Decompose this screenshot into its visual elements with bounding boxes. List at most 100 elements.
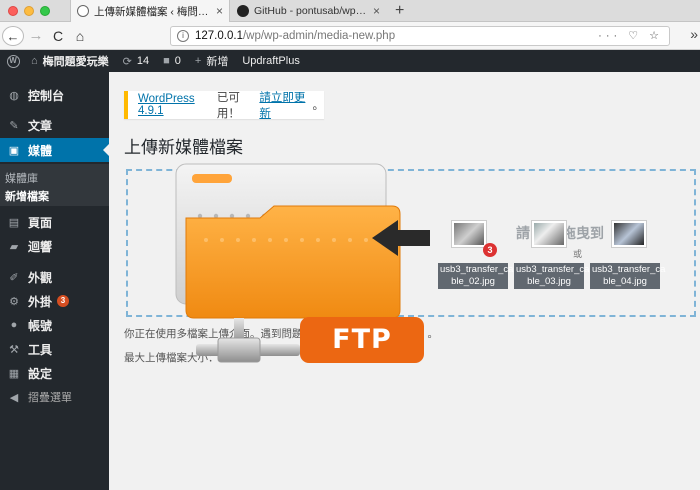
url-host: 127.0.0.1 bbox=[195, 30, 243, 42]
upload-thumbnail[interactable] bbox=[452, 221, 486, 247]
close-tab-icon[interactable]: × bbox=[216, 4, 223, 18]
media-submenu: 媒體庫 新增檔案 bbox=[0, 164, 109, 206]
upload-filename: usb3_transfer_ca ble_02.jpg bbox=[438, 263, 514, 289]
sidebar-item-label: 外掛 bbox=[28, 294, 53, 309]
maximize-window-button[interactable] bbox=[40, 6, 50, 16]
sidebar-item-label: 文章 bbox=[28, 118, 53, 133]
site-name-link[interactable]: ⌂ 梅問題愛玩樂 bbox=[24, 50, 116, 72]
drop-instruction-tail: 拖曳到 bbox=[562, 225, 604, 241]
updates-icon: ⟳ bbox=[122, 55, 132, 68]
admin-sidebar: ◍ 控制台 ✎ 文章 ▣ 媒體 媒體庫 新增檔案 ▤ 頁面 ▰ 迴響 ✐ 外觀 … bbox=[0, 72, 109, 490]
sidebar-item-dashboard[interactable]: ◍ 控制台 bbox=[0, 83, 109, 107]
sidebar-item-tools[interactable]: ⚒ 工具 bbox=[0, 337, 109, 361]
wrench-icon: ⚒ bbox=[9, 343, 19, 356]
upload-filename: usb3_transfer_ca ble_04.jpg bbox=[590, 263, 666, 289]
url-path: /wp/wp-admin/media-new.php bbox=[242, 30, 396, 42]
notice-end: 。 bbox=[312, 100, 325, 112]
home-icon: ⌂ bbox=[31, 55, 38, 67]
forward-button[interactable]: → bbox=[26, 26, 46, 46]
sidebar-item-label: 摺疊選單 bbox=[28, 392, 72, 404]
comment-icon: ■ bbox=[163, 55, 170, 67]
sidebar-item-users[interactable]: ● 帳號 bbox=[0, 313, 109, 337]
sidebar-item-label: 設定 bbox=[28, 366, 53, 381]
sidebar-item-label: 帳號 bbox=[28, 318, 53, 333]
sidebar-item-label: 工具 bbox=[28, 342, 53, 357]
comments-link[interactable]: ■ 0 bbox=[156, 50, 188, 72]
home-button[interactable]: ⌂ bbox=[70, 26, 90, 46]
back-button[interactable]: ← bbox=[2, 26, 24, 46]
wordpress-logo-icon: W bbox=[6, 54, 20, 68]
plus-icon: + bbox=[194, 55, 202, 67]
drop-instruction-start: 請 bbox=[516, 225, 530, 241]
notice-text: 已可用！ bbox=[216, 92, 240, 120]
update-now-link[interactable]: 請立即更新 bbox=[259, 89, 312, 121]
sidebar-item-comments[interactable]: ▰ 迴響 bbox=[0, 234, 109, 258]
sidebar-item-media[interactable]: ▣ 媒體 bbox=[0, 138, 109, 162]
wordpress-version-link[interactable]: WordPress 4.9.1 bbox=[138, 93, 217, 117]
folder-tab bbox=[192, 174, 232, 183]
upload-thumbnail[interactable] bbox=[612, 221, 646, 247]
user-icon: ● bbox=[10, 319, 18, 331]
overflow-menu-icon[interactable]: » bbox=[690, 26, 698, 42]
upload-thumbnail[interactable] bbox=[532, 221, 566, 247]
new-tab-button[interactable]: + bbox=[391, 0, 408, 22]
browser-tab-bar: 上傳新媒體檔案 ‹ 梅問題愛玩樂 — × GitHub - pontusab/w… bbox=[0, 0, 700, 22]
filename-line: ble_02.jpg bbox=[451, 276, 495, 287]
new-content-link[interactable]: + 新增 bbox=[188, 50, 235, 72]
tab-title: GitHub - pontusab/wp-ftp-med bbox=[254, 5, 369, 17]
sidebar-item-label: 迴響 bbox=[28, 239, 53, 254]
sidebar-item-posts[interactable]: ✎ 文章 bbox=[0, 113, 109, 137]
sidebar-item-label: 外觀 bbox=[28, 270, 53, 285]
minimize-window-button[interactable] bbox=[24, 6, 34, 16]
filename-line: ble_04.jpg bbox=[603, 276, 647, 287]
site-name: 梅問題愛玩樂 bbox=[42, 56, 109, 68]
wp-admin-bar: W ⌂ 梅問題愛玩樂 ⟳ 14 ■ 0 + 新增 UpdraftPlus bbox=[0, 50, 700, 72]
pin-icon: ✎ bbox=[9, 119, 19, 132]
upload-count-badge: 3 bbox=[483, 243, 497, 257]
wp-logo-menu[interactable]: W bbox=[2, 50, 24, 72]
page-title: 上傳新媒體檔案 bbox=[124, 138, 243, 157]
collapse-icon: ◀ bbox=[9, 391, 19, 404]
folder-front bbox=[185, 205, 401, 319]
dashboard-icon: ◍ bbox=[9, 89, 19, 102]
updraftplus-link[interactable]: UpdraftPlus bbox=[235, 50, 306, 72]
media-icon: ▣ bbox=[8, 144, 20, 157]
filename-line: ble_03.jpg bbox=[527, 276, 571, 287]
plugin-label: UpdraftPlus bbox=[242, 55, 300, 67]
filename-line: usb3_transfer_ca bbox=[516, 264, 590, 275]
filename-line: usb3_transfer_ca bbox=[592, 264, 666, 275]
close-window-button[interactable] bbox=[8, 6, 18, 16]
site-info-icon[interactable]: i bbox=[177, 30, 189, 42]
sidebar-collapse-menu[interactable]: ◀ 摺疊選單 bbox=[0, 385, 109, 409]
updates-count: 14 bbox=[136, 55, 150, 67]
wordpress-favicon-icon bbox=[77, 5, 89, 17]
new-label: 新增 bbox=[206, 56, 229, 68]
sidebar-item-settings[interactable]: ▦ 設定 bbox=[0, 361, 109, 385]
plugin-icon: ⚙ bbox=[9, 295, 19, 308]
drop-or-text: 或 bbox=[573, 249, 583, 259]
tab-title: 上傳新媒體檔案 ‹ 梅問題愛玩樂 — bbox=[94, 5, 212, 18]
settings-icon: ▦ bbox=[8, 367, 20, 380]
upload-filename: usb3_transfer_ca ble_03.jpg bbox=[514, 263, 590, 289]
submenu-media-library[interactable]: 媒體庫 bbox=[5, 170, 38, 186]
browser-tab-github[interactable]: GitHub - pontusab/wp-ftp-med × bbox=[231, 0, 386, 22]
page-actions-icon[interactable]: ··· ♡ ☆ bbox=[598, 29, 663, 42]
submenu-add-new[interactable]: 新增檔案 bbox=[5, 188, 49, 204]
sidebar-item-pages[interactable]: ▤ 頁面 bbox=[0, 210, 109, 234]
plugin-update-badge: 3 bbox=[57, 295, 70, 307]
sidebar-item-plugins[interactable]: ⚙ 外掛 3 bbox=[0, 289, 109, 313]
filename-line: usb3_transfer_ca bbox=[440, 264, 514, 275]
close-tab-icon[interactable]: × bbox=[373, 4, 380, 18]
reload-button[interactable]: C bbox=[48, 26, 68, 46]
browser-tab-media-new[interactable]: 上傳新媒體檔案 ‹ 梅問題愛玩樂 — × bbox=[70, 0, 230, 22]
comments-icon: ▰ bbox=[9, 240, 19, 253]
url-bar[interactable]: i 127.0.0.1 /wp/wp-admin/media-new.php ·… bbox=[170, 26, 670, 46]
updates-link[interactable]: ⟳ 14 bbox=[116, 50, 156, 72]
ftp-badge: FTP bbox=[300, 317, 424, 363]
sidebar-item-appearance[interactable]: ✐ 外觀 bbox=[0, 265, 109, 289]
github-favicon-icon bbox=[237, 5, 249, 17]
brush-icon: ✐ bbox=[9, 271, 19, 284]
sidebar-item-label: 控制台 bbox=[28, 88, 65, 103]
comments-count: 0 bbox=[174, 55, 181, 67]
sidebar-item-label: 頁面 bbox=[28, 215, 53, 230]
